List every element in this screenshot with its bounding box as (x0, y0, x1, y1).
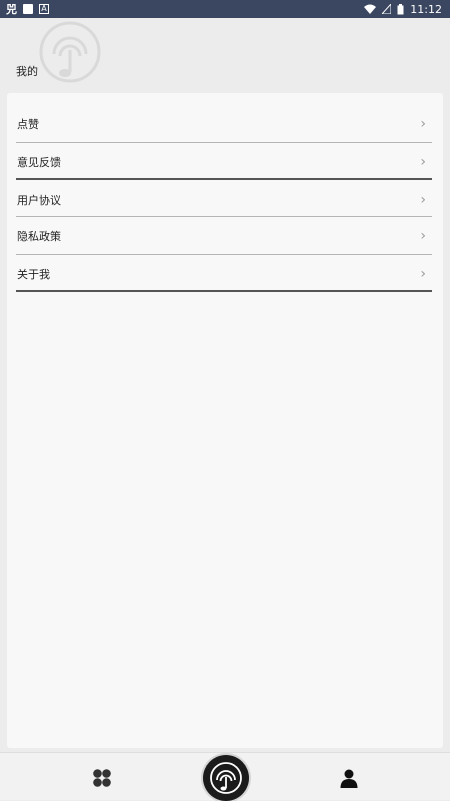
no-signal-icon (382, 4, 392, 14)
menu-item-like[interactable]: 点赞 › (16, 105, 432, 143)
chevron-right-icon: › (420, 266, 426, 282)
menu-item-label: 点赞 (17, 118, 39, 131)
menu-item-feedback[interactable]: 意见反馈 › (16, 143, 432, 181)
status-left: 兕 A (6, 1, 49, 17)
font-icon: A (39, 4, 49, 14)
menu-item-label: 用户协议 (17, 194, 61, 207)
menu-item-user-agreement[interactable]: 用户协议 › (16, 181, 432, 219)
menu-item-privacy-policy[interactable]: 隐私政策 › (16, 217, 432, 255)
settings-card: 点赞 › 意见反馈 › 用户协议 › 隐私政策 › 关于我 › (7, 93, 443, 748)
status-right: 11:12 (364, 3, 442, 16)
status-bar: 兕 A 11:12 (0, 0, 450, 18)
carrier-icon: 兕 (6, 3, 17, 16)
divider (16, 290, 432, 292)
music-fingerprint-icon (210, 762, 242, 794)
nav-player-button[interactable] (203, 755, 249, 801)
divider (16, 178, 432, 180)
nav-profile-button[interactable] (333, 764, 365, 792)
chevron-right-icon: › (420, 154, 426, 170)
image-icon (23, 4, 33, 14)
menu-item-label: 意见反馈 (17, 156, 61, 169)
battery-icon (397, 3, 404, 15)
clover-grid-icon (93, 769, 111, 787)
page-title: 我的 (16, 65, 38, 78)
wifi-icon (364, 4, 377, 14)
chevron-right-icon: › (420, 192, 426, 208)
menu-item-about[interactable]: 关于我 › (16, 255, 432, 293)
music-fingerprint-icon (39, 21, 101, 83)
chevron-right-icon: › (420, 116, 426, 132)
chevron-right-icon: › (420, 228, 426, 244)
person-icon (340, 769, 358, 788)
nav-home-button[interactable] (86, 765, 118, 791)
status-time: 11:12 (410, 2, 442, 16)
bottom-nav (0, 752, 450, 801)
menu-item-label: 关于我 (17, 268, 50, 281)
header: 我的 (0, 18, 450, 92)
menu-item-label: 隐私政策 (17, 230, 61, 243)
